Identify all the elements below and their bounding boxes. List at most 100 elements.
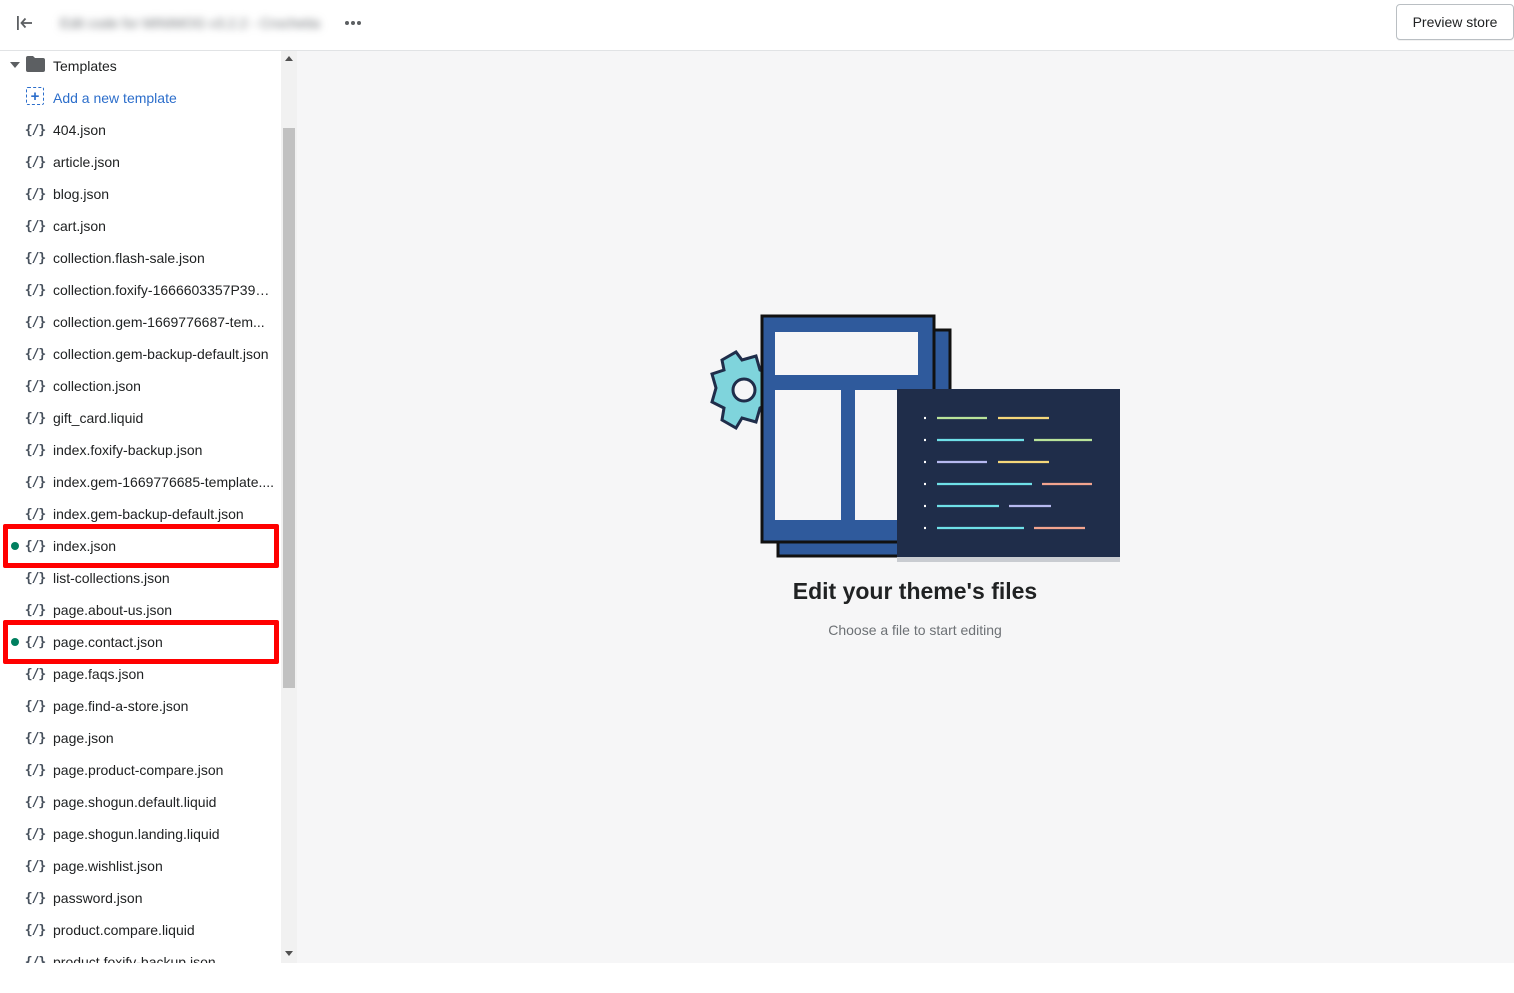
- file-item[interactable]: {/} collection.json: [0, 370, 281, 402]
- file-label: collection.gem-backup-default.json: [53, 346, 269, 362]
- code-file-icon: {/}: [24, 442, 46, 458]
- code-file-icon: {/}: [24, 474, 46, 490]
- add-file-icon: +: [26, 87, 44, 105]
- file-item[interactable]: {/} password.json: [0, 882, 281, 914]
- file-item[interactable]: {/} index.gem-1669776685-template....: [0, 466, 281, 498]
- modified-dot-icon: [11, 638, 19, 646]
- code-file-icon: {/}: [24, 858, 46, 874]
- file-label: collection.flash-sale.json: [53, 250, 205, 266]
- code-file-icon: {/}: [24, 282, 46, 298]
- file-label: index.gem-1669776685-template....: [53, 474, 275, 490]
- code-file-icon: {/}: [24, 634, 46, 650]
- theme-files-illustration: [710, 314, 1120, 562]
- file-label: page.find-a-store.json: [53, 698, 189, 714]
- file-label: index.foxify-backup.json: [53, 442, 203, 458]
- file-item[interactable]: {/} page.find-a-store.json: [0, 690, 281, 722]
- file-item[interactable]: {/} page.contact.json: [0, 626, 281, 658]
- file-label: index.gem-backup-default.json: [53, 506, 244, 522]
- preview-store-button[interactable]: Preview store: [1396, 4, 1514, 40]
- file-label: collection.json: [53, 378, 141, 394]
- file-item[interactable]: {/} index.foxify-backup.json: [0, 434, 281, 466]
- code-file-icon: {/}: [24, 666, 46, 682]
- file-label: collection.foxify-1666603357P39S...: [53, 282, 275, 298]
- code-panel-icon: [897, 389, 1120, 562]
- file-label: page.json: [53, 730, 114, 746]
- add-template-link[interactable]: + Add a new template: [0, 82, 281, 114]
- top-bar: Edit code for MINIMOG v3.2.2 - Crochetia…: [0, 0, 1514, 51]
- scrollbar-thumb[interactable]: [283, 128, 295, 688]
- file-item[interactable]: {/} collection.gem-1669776687-tem...: [0, 306, 281, 338]
- code-file-icon: {/}: [24, 410, 46, 426]
- file-item[interactable]: {/} blog.json: [0, 178, 281, 210]
- exit-icon: [17, 16, 32, 30]
- more-horizontal-icon: [345, 21, 361, 25]
- file-label: page.shogun.landing.liquid: [53, 826, 220, 842]
- code-file-icon: {/}: [24, 794, 46, 810]
- folder-icon: [26, 56, 45, 72]
- file-label: password.json: [53, 890, 143, 906]
- file-item[interactable]: {/} page.shogun.landing.liquid: [0, 818, 281, 850]
- exit-button[interactable]: [10, 10, 40, 36]
- add-template-label: Add a new template: [53, 90, 177, 106]
- file-item[interactable]: {/} page.json: [0, 722, 281, 754]
- file-item[interactable]: {/} product.foxify-backup.json: [0, 946, 281, 963]
- empty-state-subtitle: Choose a file to start editing: [828, 622, 1002, 638]
- file-label: page.wishlist.json: [53, 858, 163, 874]
- file-item[interactable]: {/} collection.foxify-1666603357P39S...: [0, 274, 281, 306]
- file-item[interactable]: {/} collection.flash-sale.json: [0, 242, 281, 274]
- code-file-icon: {/}: [24, 762, 46, 778]
- file-label: blog.json: [53, 186, 110, 202]
- file-label: article.json: [53, 154, 120, 170]
- file-item[interactable]: {/} collection.gem-backup-default.json: [0, 338, 281, 370]
- file-label: page.faqs.json: [53, 666, 145, 682]
- code-file-icon: {/}: [24, 570, 46, 586]
- file-item[interactable]: {/} page.shogun.default.liquid: [0, 786, 281, 818]
- file-label: index.json: [53, 538, 117, 554]
- file-item[interactable]: {/} index.json: [0, 530, 281, 562]
- empty-state-title: Edit your theme's files: [792, 578, 1038, 604]
- code-file-icon: {/}: [24, 922, 46, 938]
- file-label: 404.json: [53, 122, 106, 138]
- file-item[interactable]: {/} page.about-us.json: [0, 594, 281, 626]
- code-file-icon: {/}: [24, 378, 46, 394]
- file-label: product.foxify-backup.json: [53, 954, 216, 963]
- file-label: product.compare.liquid: [53, 922, 195, 938]
- file-item[interactable]: {/} cart.json: [0, 210, 281, 242]
- scroll-down-arrow-icon[interactable]: [285, 951, 293, 956]
- code-file-icon: {/}: [24, 186, 46, 202]
- folder-templates[interactable]: Templates: [0, 52, 281, 84]
- file-item[interactable]: {/} article.json: [0, 146, 281, 178]
- code-file-icon: {/}: [24, 602, 46, 618]
- file-label: collection.gem-1669776687-tem...: [53, 314, 265, 330]
- file-item[interactable]: {/} gift_card.liquid: [0, 402, 281, 434]
- code-file-icon: {/}: [24, 506, 46, 522]
- code-file-icon: {/}: [24, 826, 46, 842]
- more-actions-button[interactable]: [340, 12, 366, 34]
- code-file-icon: {/}: [24, 730, 46, 746]
- file-item[interactable]: {/} 404.json: [0, 114, 281, 146]
- file-item[interactable]: {/} list-collections.json: [0, 562, 281, 594]
- code-file-icon: {/}: [24, 538, 46, 554]
- file-item[interactable]: {/} page.product-compare.json: [0, 754, 281, 786]
- scroll-up-arrow-icon[interactable]: [285, 56, 293, 61]
- code-file-icon: {/}: [24, 890, 46, 906]
- file-tree-sidebar: Templates + Add a new template {/} 404.js…: [0, 51, 281, 963]
- code-file-icon: {/}: [24, 314, 46, 330]
- file-label: page.shogun.default.liquid: [53, 794, 217, 810]
- file-item[interactable]: {/} product.compare.liquid: [0, 914, 281, 946]
- code-file-icon: {/}: [24, 954, 46, 964]
- code-file-icon: {/}: [24, 250, 46, 266]
- modified-dot-icon: [11, 542, 19, 550]
- caret-down-icon[interactable]: [10, 62, 20, 68]
- theme-title: Edit code for MINIMOG v3.2.2 - Crochetia: [60, 15, 320, 31]
- code-file-icon: {/}: [24, 122, 46, 138]
- code-file-icon: {/}: [24, 698, 46, 714]
- file-label: gift_card.liquid: [53, 410, 144, 426]
- code-file-icon: {/}: [24, 346, 46, 362]
- file-item[interactable]: {/} page.wishlist.json: [0, 850, 281, 882]
- file-item[interactable]: {/} index.gem-backup-default.json: [0, 498, 281, 530]
- file-item[interactable]: {/} page.faqs.json: [0, 658, 281, 690]
- file-label: page.contact.json: [53, 634, 163, 650]
- code-file-icon: {/}: [24, 218, 46, 234]
- code-file-icon: {/}: [24, 154, 46, 170]
